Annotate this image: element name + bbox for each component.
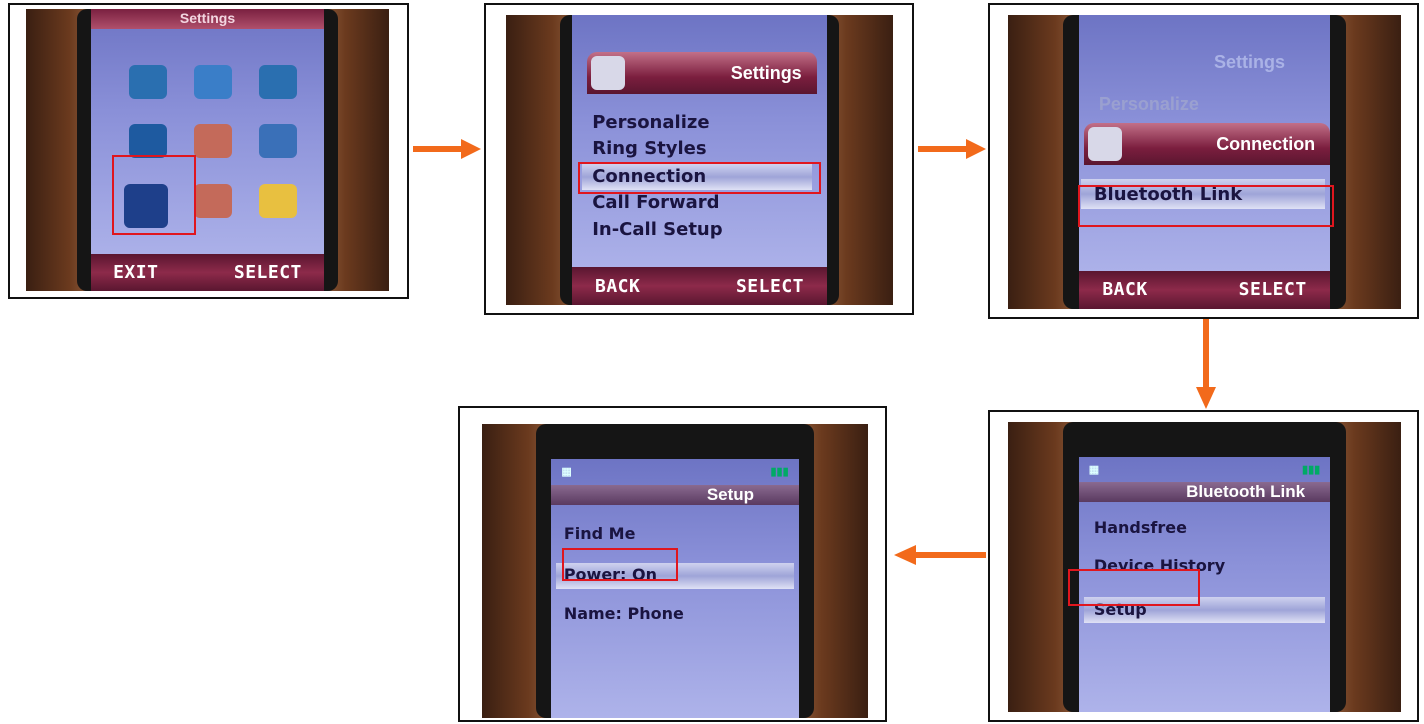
setup-highlight bbox=[1068, 569, 1200, 606]
softkey-bar: BACK SELECT bbox=[1078, 270, 1331, 309]
menu-item-in-call-setup[interactable]: In-Call Setup bbox=[592, 219, 722, 240]
step-5-panel: ▦ ▮▮▮ Setup Find Me Power: On Name: Phon… bbox=[458, 406, 887, 722]
step-2-panel: Settings Personalize Ring Styles Connect… bbox=[484, 3, 914, 315]
connection-icon bbox=[1087, 127, 1122, 162]
menu-title: Setup bbox=[551, 485, 799, 506]
step-1-panel: Settings EXIT SELECT bbox=[8, 3, 409, 299]
signal-icon: ▦ bbox=[1088, 463, 1100, 476]
message-icon bbox=[193, 65, 232, 100]
phone-screen: Settings Personalize Ring Styles Connect… bbox=[571, 15, 828, 276]
games-icon bbox=[258, 124, 297, 159]
menu-header: Settings bbox=[587, 51, 818, 94]
menu-item-name[interactable]: Name: Phone bbox=[564, 604, 684, 623]
power-on-highlight bbox=[562, 548, 678, 581]
menu-item-find-me[interactable]: Find Me bbox=[564, 524, 636, 543]
tools-icon bbox=[193, 124, 232, 159]
menu-item-call-forward[interactable]: Call Forward bbox=[592, 192, 719, 213]
select-softkey[interactable]: SELECT bbox=[736, 276, 804, 297]
battery-icon: ▮▮▮ bbox=[1302, 463, 1321, 476]
arrow-down bbox=[1196, 319, 1216, 409]
softkey-bar: BACK SELECT bbox=[571, 267, 828, 305]
softkey-bar: EXIT SELECT bbox=[91, 254, 324, 291]
menu-header: Connection bbox=[1083, 123, 1331, 166]
arrow-right-1 bbox=[413, 139, 481, 159]
bluetooth-link-highlight bbox=[1078, 185, 1334, 227]
recent-calls-icon bbox=[258, 65, 297, 100]
back-softkey[interactable]: BACK bbox=[1102, 279, 1147, 300]
back-menu-item: Personalize bbox=[1098, 94, 1199, 115]
select-softkey[interactable]: SELECT bbox=[234, 262, 302, 283]
menu-item-personalize[interactable]: Personalize bbox=[592, 112, 709, 133]
select-softkey[interactable]: SELECT bbox=[1239, 279, 1307, 300]
settings-icon bbox=[591, 55, 626, 90]
screen-title: Settings bbox=[91, 9, 324, 29]
menu-item-ring-styles[interactable]: Ring Styles bbox=[592, 138, 706, 159]
exit-softkey[interactable]: EXIT bbox=[113, 262, 158, 283]
menu-title: Connection bbox=[1216, 134, 1316, 155]
menu-title: Bluetooth Link bbox=[1078, 482, 1331, 503]
arrow-right-2 bbox=[918, 139, 986, 159]
phone-screen: Settings Personalize Connection Bluetoot… bbox=[1078, 15, 1331, 280]
phone-photo: Settings Personalize Ring Styles Connect… bbox=[506, 15, 893, 305]
aim-icon bbox=[258, 183, 297, 218]
media-icon bbox=[128, 124, 167, 159]
back-menu-title: Settings bbox=[1213, 52, 1285, 73]
battery-icon: ▮▮▮ bbox=[770, 466, 789, 479]
phone-photo: ▦ ▮▮▮ Bluetooth Link Handsfree Device Hi… bbox=[1008, 422, 1401, 712]
arrow-left bbox=[894, 545, 986, 565]
step-4-panel: ▦ ▮▮▮ Bluetooth Link Handsfree Device Hi… bbox=[988, 410, 1419, 722]
signal-icon: ▦ bbox=[561, 466, 572, 479]
step-3-panel: Settings Personalize Connection Bluetoot… bbox=[988, 3, 1419, 319]
menu-item-handsfree[interactable]: Handsfree bbox=[1094, 518, 1187, 537]
phone-photo: Settings Personalize Connection Bluetoot… bbox=[1008, 15, 1401, 309]
connection-highlight bbox=[578, 162, 821, 194]
back-softkey[interactable]: BACK bbox=[595, 276, 640, 297]
phone-screen: ▦ ▮▮▮ Setup Find Me Power: On Name: Phon… bbox=[551, 459, 799, 718]
phone-book-icon bbox=[128, 65, 167, 100]
phone-photo: Settings EXIT SELECT bbox=[26, 9, 389, 291]
settings-highlight bbox=[112, 155, 196, 235]
organizer-icon bbox=[193, 183, 232, 218]
menu-title: Settings bbox=[730, 62, 802, 83]
